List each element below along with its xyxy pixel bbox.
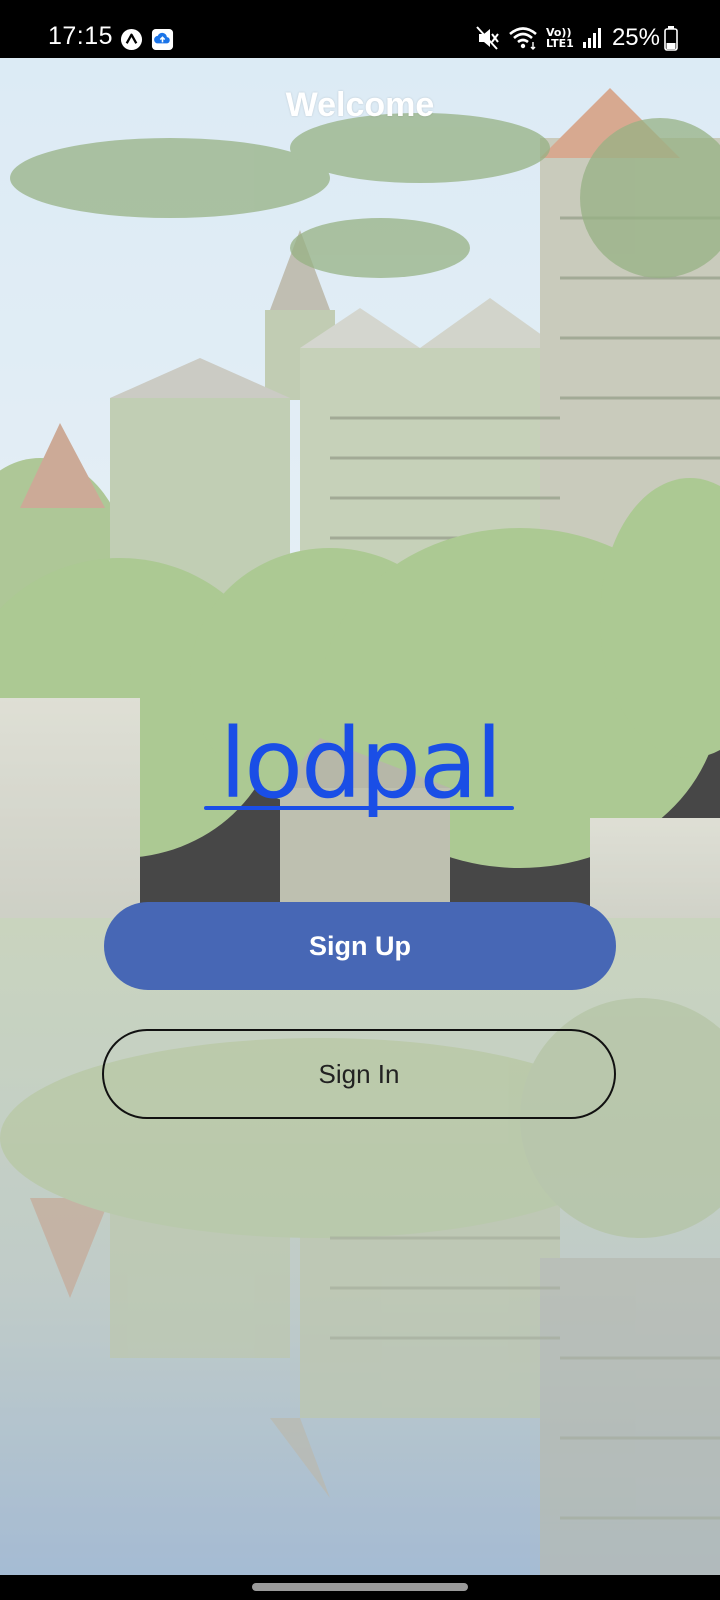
a-circle-icon: [120, 28, 143, 51]
logo-wordmark: lodpal: [219, 708, 503, 820]
logo-underline: [204, 806, 514, 810]
home-indicator[interactable]: [252, 1583, 468, 1591]
wifi-icon: [509, 27, 537, 50]
signal-icon: [582, 28, 601, 48]
status-bar: 17:15 Vo)) LTE1 25%: [0, 0, 720, 58]
battery-percentage: 25%: [611, 24, 660, 51]
status-time: 17:15: [48, 22, 114, 50]
network-type-label: Vo)) LTE1: [545, 26, 574, 50]
sign-up-button[interactable]: Sign Up: [104, 902, 616, 990]
status-icons: Vo)) LTE1 25%: [476, 22, 678, 54]
lodpal-logo: lodpal: [200, 714, 520, 842]
mute-icon: [476, 26, 499, 50]
page-title: Welcome: [285, 86, 435, 124]
cloud-upload-icon: [151, 28, 174, 51]
welcome-screen: 17:15 Vo)) LTE1 25% Welcome lodpal Sign …: [0, 0, 720, 1600]
battery-icon: [664, 26, 678, 51]
sign-in-button[interactable]: Sign In: [102, 1029, 616, 1119]
